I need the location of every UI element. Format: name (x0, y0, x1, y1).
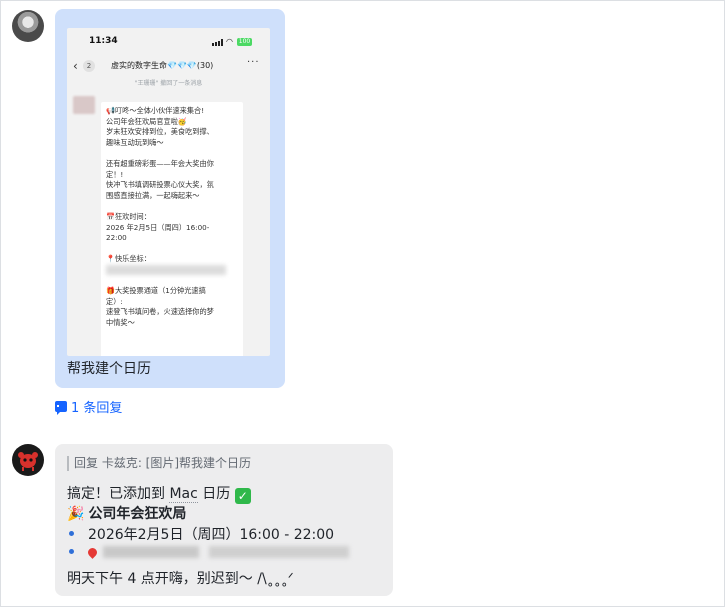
announcement-line: 公司年会狂欢局官宣啦🥳 (106, 116, 187, 126)
closing-line: 明天下午 4 点开嗨，别迟到～ /\˳˳˳ᐟ (67, 571, 294, 587)
user-message-bubble[interactable]: 11:34 ◠ 100 ‹ 2 虚实的数字生命💎💎💎(30) ··· "王珊珊"… (55, 9, 285, 388)
phone-announcement-message: 📢叮咚～全体小伙伴速来集合! 公司年会狂欢局官宣啦🥳 岁末狂欢安排到位，美食吃到… (101, 102, 243, 356)
bullet-icon (69, 549, 74, 554)
confirmation-suffix: 日历 (197, 486, 235, 502)
user-message-text: 帮我建个日历 (67, 361, 151, 377)
announcement-line: 速登飞书填问卷，火速选择你的梦 (106, 307, 214, 317)
announcement-line: 快冲飞书填调研投票心仪大奖，氛 (106, 180, 214, 190)
wifi-icon: ◠ (226, 37, 233, 46)
battery-icon: 100 (237, 38, 252, 46)
check-mark-icon: ✓ (234, 488, 251, 504)
event-title: 公司年会狂欢局 (88, 506, 187, 522)
crab-icon (18, 452, 38, 471)
redacted-location-part (103, 546, 199, 558)
phone-time: 11:34 (89, 36, 118, 46)
announcement-line: 2026 年2月5日（周四）16:00- (106, 222, 210, 232)
announcement-line: 中情奖～ (106, 317, 135, 327)
attached-screenshot-image[interactable]: 11:34 ◠ 100 ‹ 2 虚实的数字生命💎💎💎(30) ··· "王珊珊"… (67, 28, 270, 356)
announcement-line: 岁末狂欢安排到位，美食吃到撑、 (106, 127, 214, 137)
thread-replies-link[interactable]: 1 条回复 (55, 397, 122, 416)
phone-chat-header: ‹ 2 虚实的数字生命💎💎💎(30) ··· (67, 56, 270, 78)
event-location-line (69, 545, 349, 561)
bot-avatar[interactable] (12, 444, 44, 476)
announcement-line: 📢叮咚～全体小伙伴速来集合! (106, 106, 205, 115)
confirmation-line: 搞定！已添加到 Mac 日历 ✓ (67, 483, 251, 504)
announcement-line: 📅狂欢时间： (106, 211, 151, 221)
confirmation-prefix: 搞定！已添加到 (67, 486, 170, 502)
event-date-line: 2026年2月5日（周四）16:00 - 22:00 (69, 524, 334, 544)
location-pin-icon (86, 546, 99, 559)
phone-status-bar: 11:34 ◠ 100 (67, 28, 270, 54)
announcement-line: 🎁大奖投票通道（1分钟光速搞 (106, 286, 206, 296)
announcement-line: 趣味互动玩到嗨～ (106, 137, 164, 147)
signal-icon (212, 39, 224, 46)
announcement-line: 22:00 (106, 233, 127, 243)
user-avatar[interactable] (12, 10, 44, 42)
event-title-line: 🎉 公司年会狂欢局 (67, 503, 186, 523)
redacted-location-part (209, 546, 349, 558)
quoted-reply[interactable]: 回复 卡兹克: [图片]帮我建个日历 (67, 456, 251, 471)
phone-sender-avatar (73, 96, 95, 114)
phone-system-note: "王珊珊" 撤回了一条消息 (134, 80, 203, 87)
chat-thread-panel: 11:34 ◠ 100 ‹ 2 虚实的数字生命💎💎💎(30) ··· "王珊珊"… (0, 0, 725, 607)
announcement-line: 还有超重磅彩蛋——年会大奖由你 (106, 158, 214, 168)
bullet-icon (69, 531, 74, 536)
announcement-line: 定！! (106, 169, 124, 179)
announcement-line: 📍快乐坐标： (106, 254, 151, 264)
more-icon: ··· (247, 57, 260, 68)
back-chevron-icon: ‹ (73, 59, 78, 73)
bot-message-bubble[interactable]: 回复 卡兹克: [图片]帮我建个日历 搞定！已添加到 Mac 日历 ✓ 🎉 公司年… (55, 444, 393, 596)
party-popper-icon: 🎉 (67, 506, 85, 522)
reply-count-label[interactable]: 1 条回复 (71, 397, 122, 416)
announcement-line: 定）: (106, 296, 123, 306)
phone-chat-title: 虚实的数字生命💎💎💎(30) (111, 61, 214, 70)
event-date: 2026年2月5日（周四）16:00 - 22:00 (88, 527, 335, 543)
mac-app-link[interactable]: Mac (169, 486, 198, 503)
unread-count-badge: 2 (83, 60, 95, 72)
announcement-line: 围感直接拉满，一起嗨起来～ (106, 190, 200, 200)
redacted-location (106, 264, 238, 276)
reply-thread-icon (55, 401, 69, 415)
